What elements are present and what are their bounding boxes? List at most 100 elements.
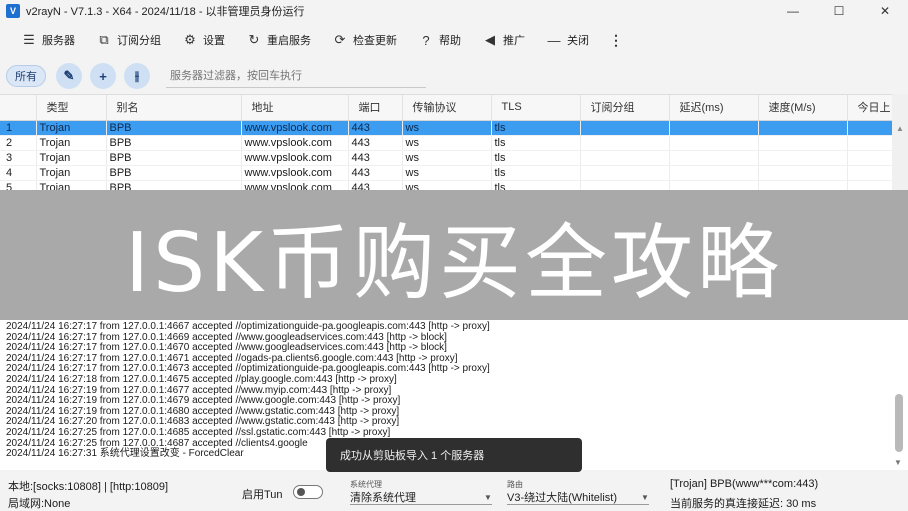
column-header[interactable]	[0, 95, 37, 121]
minus-icon: —	[547, 32, 561, 48]
gear-icon: ⚙	[184, 32, 196, 47]
scroll-down-arrow-icon[interactable]: ▼	[894, 458, 902, 467]
move-to-group-button[interactable]: ⫲	[124, 63, 150, 89]
cell-delay	[669, 180, 759, 190]
cell-alias: BPB	[106, 120, 242, 136]
check-update-button[interactable]: ⟳ 检查更新	[325, 26, 405, 54]
column-header[interactable]: 速度(M/s)	[758, 95, 848, 121]
cell-alias: BPB	[106, 180, 242, 190]
tun-toggle[interactable]	[293, 485, 323, 499]
cell-delay	[669, 135, 759, 151]
settings-label: 设置	[203, 35, 225, 47]
table-scrollbar[interactable]: ▲	[892, 94, 908, 190]
cell-address: www.vpslook.com	[241, 180, 349, 190]
settings-menu-button[interactable]: ⚙ 设置	[175, 26, 233, 54]
restart-icon: ↻	[248, 32, 260, 47]
plus-icon: +	[99, 68, 107, 84]
table-row[interactable]: 2 Trojan BPB www.vpslook.com 443 ws tls	[0, 135, 896, 151]
cell-tls: tls	[491, 180, 581, 190]
routing-value: V3-绕过大陆(Whitelist)	[507, 491, 618, 504]
import-toast: 成功从剪贴板导入 1 个服务器	[326, 438, 582, 472]
cell-sub	[580, 150, 670, 166]
column-header[interactable]: 传输协议	[402, 95, 492, 121]
table-row[interactable]: 3 Trojan BPB www.vpslook.com 443 ws tls	[0, 150, 896, 166]
cell-port: 443	[348, 165, 403, 181]
cell-port: 443	[348, 180, 403, 190]
log-scrollbar[interactable]: ▼	[892, 320, 906, 470]
log-line: 2024/11/24 16:27:18 from 127.0.0.1:4675 …	[6, 373, 397, 385]
cell-idx: 5	[0, 180, 37, 190]
column-header[interactable]: 延迟(ms)	[669, 95, 759, 121]
restart-label: 重启服务	[267, 35, 311, 47]
banner-title: ISK币购买全攻略	[124, 215, 783, 311]
cell-speed	[758, 180, 848, 190]
cell-type: Trojan	[36, 150, 107, 166]
cell-transport: ws	[402, 150, 492, 166]
column-header[interactable]: 类型	[36, 95, 107, 121]
table-row[interactable]: 4 Trojan BPB www.vpslook.com 443 ws tls	[0, 165, 896, 181]
server-filter-input[interactable]	[166, 64, 426, 88]
maximize-button[interactable]: ☐	[816, 0, 862, 22]
close-label: 关闭	[567, 35, 589, 47]
cell-sub	[580, 120, 670, 136]
split-icon: ⫲	[134, 68, 140, 83]
column-header[interactable]: 端口	[348, 95, 403, 121]
cell-idx: 1	[0, 120, 37, 136]
app-logo-icon: V	[6, 4, 20, 18]
column-header[interactable]: 别名	[106, 95, 242, 121]
cell-speed	[758, 165, 848, 181]
tun-toggle-knob	[297, 488, 305, 496]
server-table: 类型 别名 地址 端口 传输协议 TLS 订阅分组 延迟(ms) 速度(M/s) 今日上 1 Tro…	[0, 94, 908, 190]
subscription-menu-button[interactable]: ⧉ 订阅分组	[89, 26, 169, 54]
cell-delay	[669, 120, 759, 136]
column-header[interactable]: 今日上	[847, 95, 896, 121]
cell-sub	[580, 165, 670, 181]
cell-tls: tls	[491, 120, 581, 136]
log-line: 2024/11/24 16:27:25 from 127.0.0.1:4685 …	[6, 426, 391, 438]
minimize-button[interactable]: —	[770, 0, 816, 22]
servers-menu-button[interactable]: ☰ 服务器	[14, 26, 83, 54]
cell-speed	[758, 135, 848, 151]
more-options-icon[interactable]: ⋮	[603, 32, 629, 49]
column-header[interactable]: 地址	[241, 95, 349, 121]
current-server-text: [Trojan] BPB(www***com:443)	[670, 478, 819, 490]
server-table-grid: 类型 别名 地址 端口 传输协议 TLS 订阅分组 延迟(ms) 速度(M/s) 今日上 1 Tro…	[0, 95, 896, 190]
cell-transport: ws	[402, 135, 492, 151]
system-proxy-select[interactable]: 清除系统代理	[350, 489, 492, 505]
promote-button[interactable]: ◀ 推广	[475, 26, 533, 54]
filter-bar: 所有 ✎ + ⫲	[0, 60, 908, 92]
title-bar: V v2rayN - V7.1.3 - X64 - 2024/11/18 - 以…	[0, 0, 908, 22]
cell-sub	[580, 135, 670, 151]
routing-select[interactable]: V3-绕过大陆(Whitelist)	[507, 489, 649, 505]
cell-port: 443	[348, 135, 403, 151]
subscription-label: 订阅分组	[117, 35, 161, 47]
overlay-banner: ISK币购买全攻略	[0, 190, 908, 320]
cell-transport: ws	[402, 165, 492, 181]
lan-text: 局域网:None	[8, 498, 71, 510]
cell-speed	[758, 120, 848, 136]
chevron-down-icon: ▼	[484, 493, 492, 502]
table-header-row: 类型 别名 地址 端口 传输协议 TLS 订阅分组 延迟(ms) 速度(M/s) 今日上	[0, 95, 896, 121]
cell-idx: 2	[0, 135, 37, 151]
column-header[interactable]: TLS	[491, 95, 581, 121]
close-window-button[interactable]: ✕	[862, 0, 908, 22]
group-all-tab[interactable]: 所有	[6, 65, 46, 87]
close-app-button[interactable]: — 关闭	[539, 26, 597, 54]
cell-idx: 4	[0, 165, 37, 181]
add-group-button[interactable]: +	[90, 63, 116, 89]
help-button[interactable]: ? 帮助	[411, 26, 469, 54]
edit-group-button[interactable]: ✎	[56, 63, 82, 89]
chevron-down-icon: ▼	[641, 493, 649, 502]
restart-service-button[interactable]: ↻ 重启服务	[239, 26, 319, 54]
log-scroll-thumb[interactable]	[895, 394, 903, 452]
table-row[interactable]: 1 Trojan BPB www.vpslook.com 443 ws tls	[0, 120, 896, 136]
cell-today	[847, 135, 896, 151]
cell-port: 443	[348, 120, 403, 136]
scroll-up-arrow-icon[interactable]: ▲	[892, 124, 908, 133]
window-title: v2rayN - V7.1.3 - X64 - 2024/11/18 - 以非管…	[26, 6, 305, 18]
cell-address: www.vpslook.com	[241, 150, 349, 166]
check-update-label: 检查更新	[353, 35, 397, 47]
table-row[interactable]: 5 Trojan BPB www.vpslook.com 443 ws tls	[0, 180, 896, 190]
megaphone-icon: ◀	[485, 32, 495, 47]
column-header[interactable]: 订阅分组	[580, 95, 670, 121]
